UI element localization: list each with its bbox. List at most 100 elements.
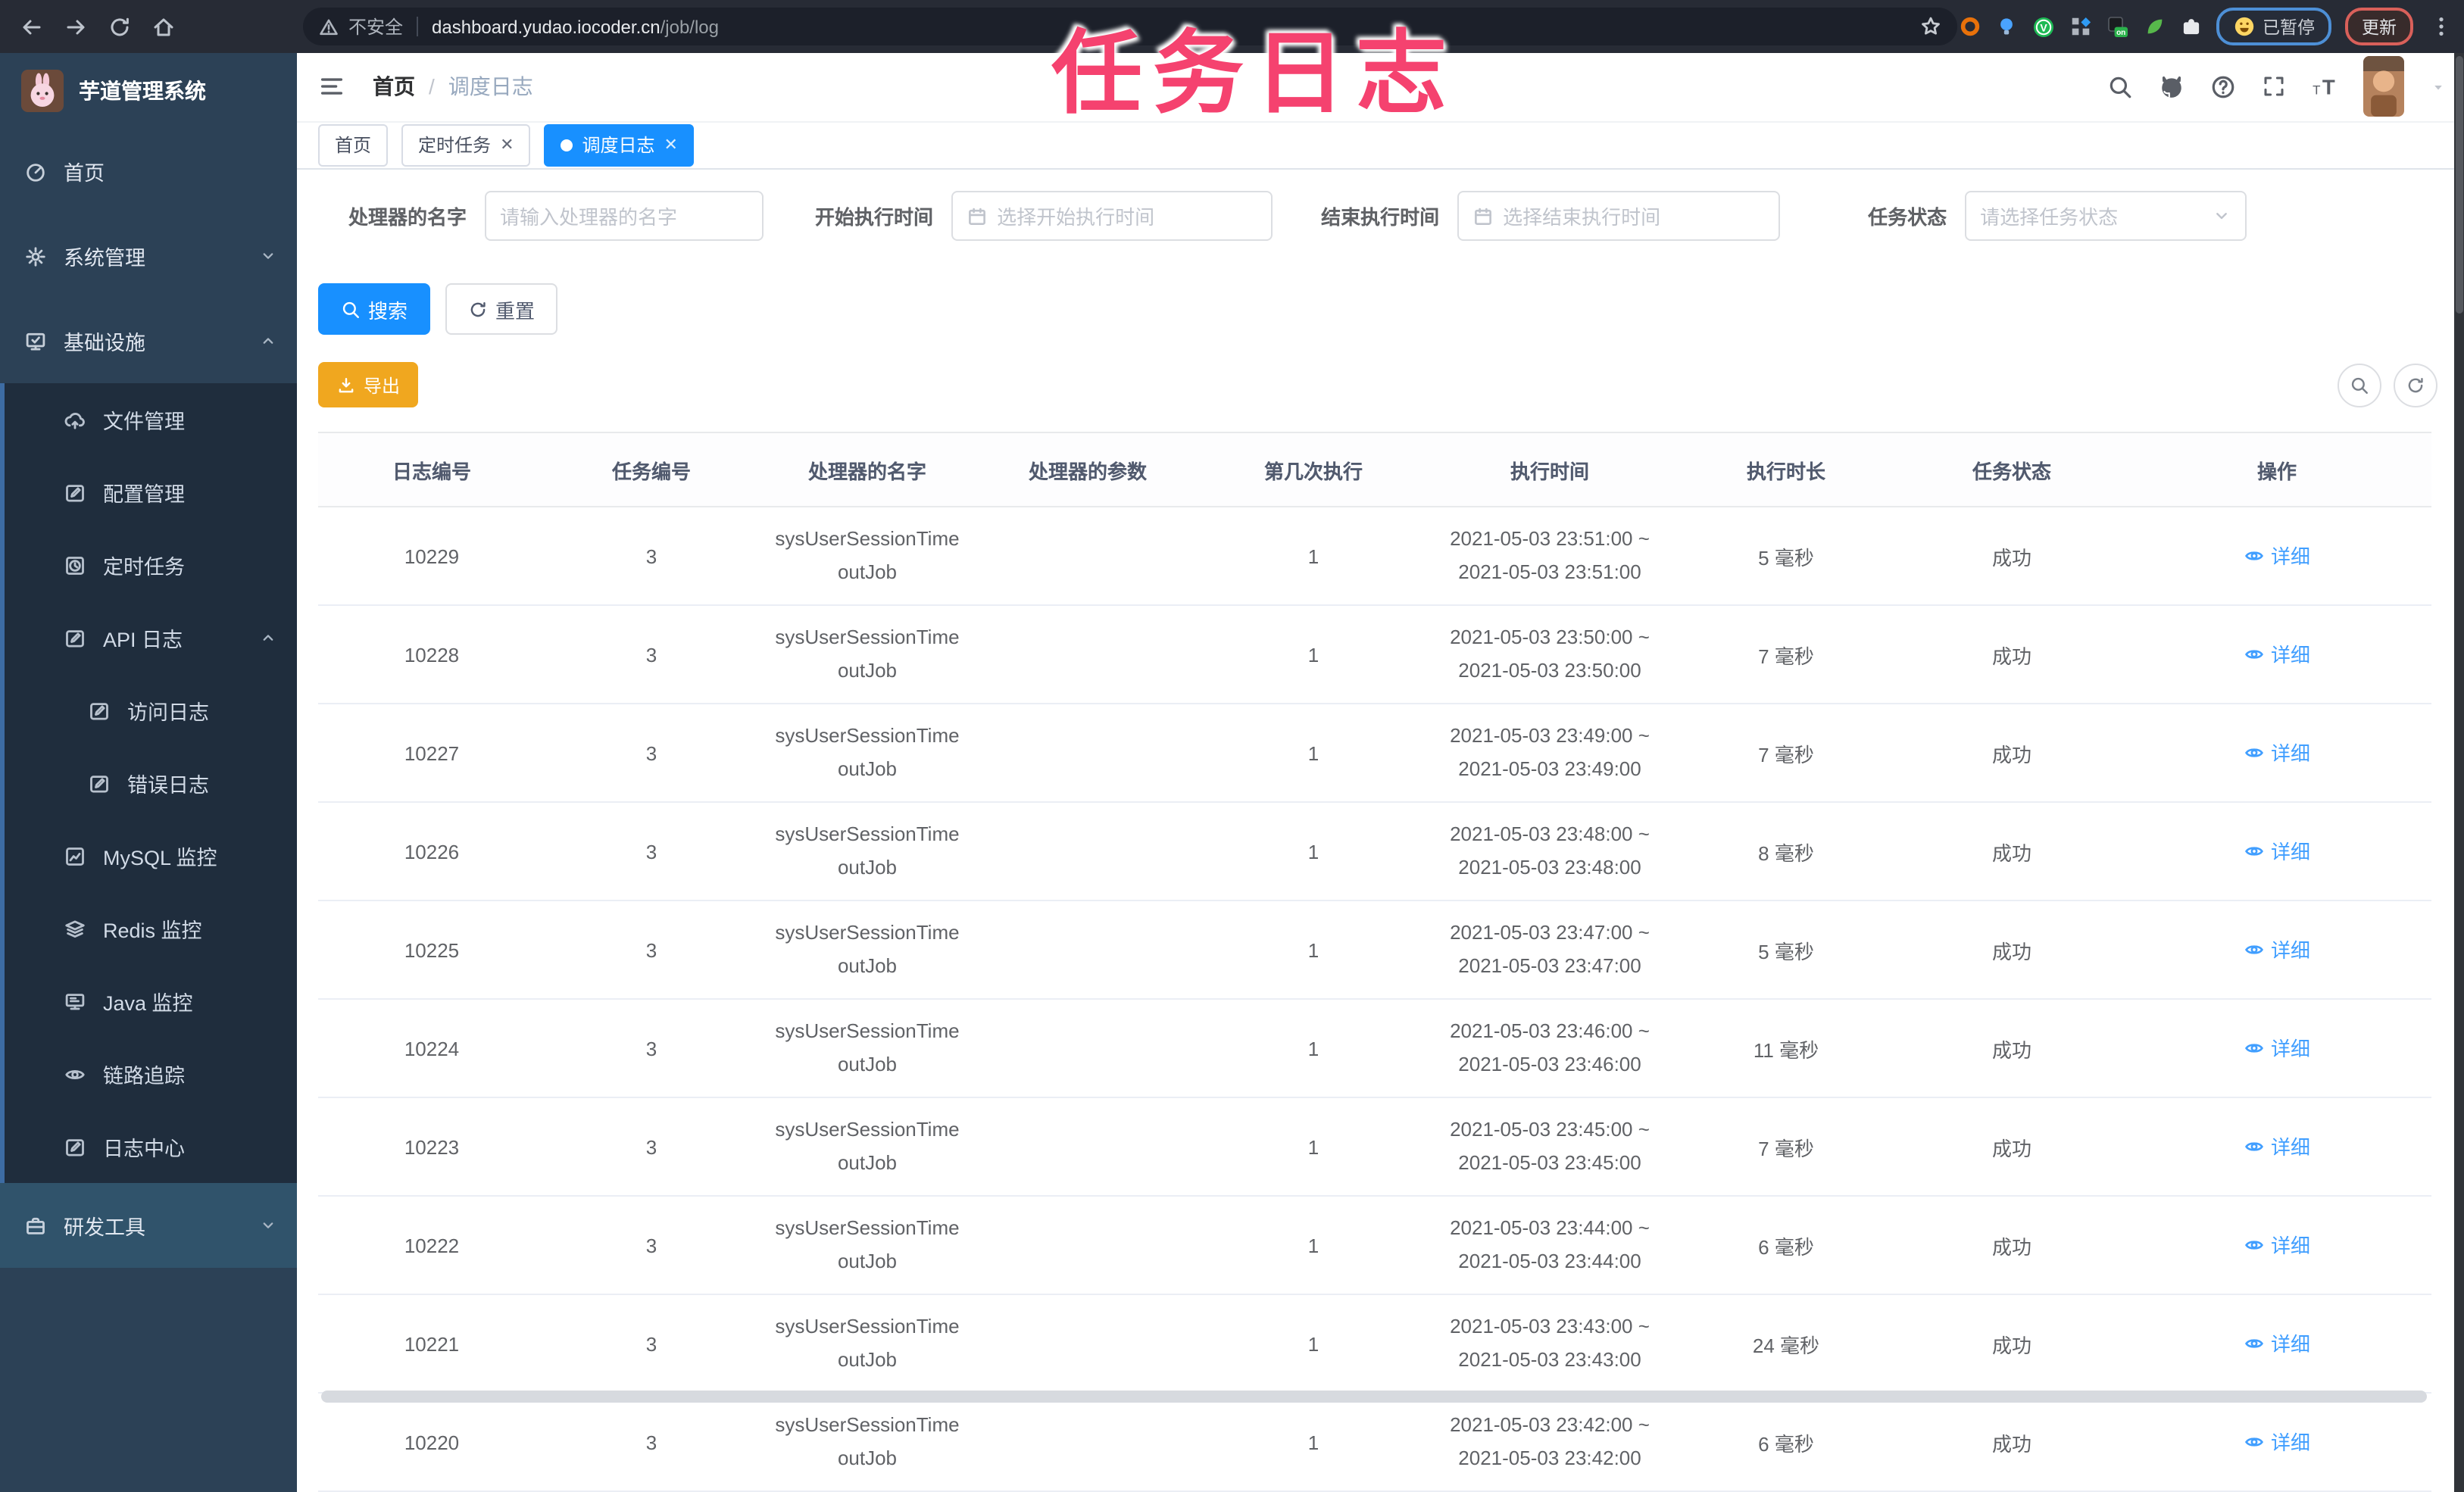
bulb-icon[interactable]: [1994, 15, 2017, 38]
sidebar-item-1[interactable]: 系统管理: [0, 214, 297, 298]
edit-icon: [64, 481, 86, 504]
eye-icon: [2244, 644, 2265, 665]
tag-首页[interactable]: 首页: [318, 123, 389, 167]
sidebar-item-13[interactable]: 日志中心: [5, 1110, 297, 1183]
detail-link[interactable]: 详细: [2244, 1231, 2310, 1259]
detail-link[interactable]: 详细: [2244, 1329, 2310, 1358]
grid-diamond-icon[interactable]: [2069, 15, 2091, 38]
toolbox-icon: [24, 1214, 47, 1237]
sidebar-item-8[interactable]: 错误日志: [5, 747, 297, 819]
eye-icon: [2244, 545, 2265, 567]
timer-icon: [64, 554, 86, 576]
close-tag-icon[interactable]: ✕: [664, 136, 678, 155]
detail-link[interactable]: 详细: [2244, 738, 2310, 767]
sidebar-item-0[interactable]: 首页: [0, 129, 297, 214]
sidebar-item-10[interactable]: Redis 监控: [5, 892, 297, 965]
table-row: 10224 3 sysUserSessionTimeoutJob 1 2021-…: [318, 999, 2431, 1098]
sidebar-item-4[interactable]: 配置管理: [5, 456, 297, 529]
column-header: 执行时间: [1429, 432, 1671, 507]
close-tag-icon[interactable]: ✕: [500, 136, 514, 155]
breadcrumb: 首页 / 调度日志: [373, 72, 533, 102]
app-logo-row[interactable]: 芋道管理系统: [0, 53, 297, 129]
search-icon[interactable]: [2107, 74, 2133, 100]
profile-paused-badge[interactable]: 已暂停: [2216, 8, 2331, 45]
detail-link[interactable]: 详细: [2244, 640, 2310, 669]
sidebar-item-3[interactable]: 文件管理: [5, 383, 297, 456]
bookmark-star-icon[interactable]: [1919, 15, 1942, 38]
chevron-up-icon: [259, 629, 277, 647]
sidebar-item-6[interactable]: API 日志: [5, 601, 297, 674]
orange-ring-icon[interactable]: [1958, 15, 1981, 38]
dashboard-icon: [24, 160, 47, 183]
back-icon[interactable]: [20, 14, 44, 39]
filter-select-input-3[interactable]: 请选择任务状态: [1965, 191, 2247, 241]
reload-icon[interactable]: [108, 14, 132, 39]
on-badge-icon[interactable]: on: [2105, 14, 2129, 39]
sidebar: 芋道管理系统 首页 系统管理 基础设施 文件管理 配置管理 定时任务 API 日…: [0, 53, 297, 1492]
tag-调度日志[interactable]: 调度日志 ✕: [544, 123, 695, 167]
sidebar-item-2[interactable]: 基础设施: [0, 298, 297, 383]
horizontal-scrollbar[interactable]: [321, 1391, 2427, 1403]
filter-label: 处理器的名字: [348, 206, 467, 229]
fullscreen-icon[interactable]: [2262, 75, 2286, 99]
sidebar-bottom: 研发工具: [0, 1183, 297, 1268]
svg-text:T: T: [2322, 75, 2335, 98]
sidebar-item-11[interactable]: Java 监控: [5, 965, 297, 1038]
breadcrumb-home[interactable]: 首页: [373, 72, 415, 102]
reset-button[interactable]: 重置: [445, 283, 558, 335]
detail-link[interactable]: 详细: [2244, 1034, 2310, 1063]
forward-icon[interactable]: [64, 14, 88, 39]
filter-text-input-0[interactable]: 请输入处理器的名字: [485, 191, 764, 241]
toggle-search-button[interactable]: [2338, 363, 2381, 407]
puzzle-icon[interactable]: [2179, 15, 2202, 38]
sidebar-item-14[interactable]: 研发工具: [0, 1183, 297, 1268]
tag-定时任务[interactable]: 定时任务 ✕: [401, 123, 531, 167]
page-scrollbar[interactable]: [2454, 53, 2464, 1492]
chrome-update-button[interactable]: 更新: [2345, 8, 2413, 45]
sidebar-item-12[interactable]: 链路追踪: [5, 1038, 297, 1110]
collapse-sidebar-icon[interactable]: [318, 73, 345, 101]
export-button[interactable]: 导出: [318, 362, 419, 407]
kebab-menu-icon[interactable]: [2430, 15, 2453, 38]
search-button[interactable]: 搜索: [318, 283, 431, 335]
user-menu-caret-icon[interactable]: [2430, 79, 2447, 95]
detail-link[interactable]: 详细: [2244, 542, 2310, 570]
filter-date-input-2[interactable]: 选择结束执行时间: [1457, 191, 1781, 241]
sidebar-item-5[interactable]: 定时任务: [5, 529, 297, 601]
font-size-icon[interactable]: TT: [2312, 74, 2338, 100]
avatar[interactable]: [2363, 56, 2404, 117]
status-text: 成功: [1901, 1196, 2122, 1295]
refresh-table-button[interactable]: [2394, 363, 2437, 407]
table-row: 10227 3 sysUserSessionTimeoutJob 1 2021-…: [318, 704, 2431, 803]
help-icon[interactable]: [2210, 74, 2236, 100]
sidebar-item-9[interactable]: MySQL 监控: [5, 819, 297, 892]
detail-link[interactable]: 详细: [2244, 1428, 2310, 1456]
security-label[interactable]: 不安全: [348, 14, 403, 39]
leaf-icon[interactable]: [2143, 15, 2166, 38]
detail-link[interactable]: 详细: [2244, 935, 2310, 964]
column-header: 处理器的参数: [977, 432, 1198, 507]
monitor-check-icon: [24, 329, 47, 352]
eye-icon: [2244, 1234, 2265, 1256]
v-circle-icon[interactable]: V: [2031, 14, 2055, 39]
sidebar-item-7[interactable]: 访问日志: [5, 674, 297, 747]
status-text: 成功: [1901, 605, 2122, 704]
column-header: 处理器的名字: [757, 432, 977, 507]
url-host: dashboard.yudao.iocoder.cn: [432, 16, 661, 37]
breadcrumb-current: 调度日志: [448, 74, 533, 99]
chevron-down-icon: [259, 247, 277, 265]
app-title: 芋道管理系统: [79, 79, 206, 103]
eye-icon: [2244, 1431, 2265, 1453]
filter-date-input-1[interactable]: 选择开始执行时间: [951, 191, 1273, 241]
cloud-upload-icon: [64, 408, 86, 431]
infrastructure-submenu: 文件管理 配置管理 定时任务 API 日志 访问日志 错误日志 MySQL 监控…: [0, 383, 297, 1183]
svg-text:on: on: [2116, 28, 2125, 36]
github-icon[interactable]: [2159, 74, 2184, 100]
detail-link[interactable]: 详细: [2244, 1132, 2310, 1161]
app-logo: [21, 70, 64, 112]
eye-icon: [2244, 1333, 2265, 1354]
filter-label: 结束执行时间: [1321, 206, 1440, 229]
home-icon[interactable]: [151, 14, 176, 39]
chevron-down-icon: [2212, 206, 2231, 226]
detail-link[interactable]: 详细: [2244, 837, 2310, 866]
